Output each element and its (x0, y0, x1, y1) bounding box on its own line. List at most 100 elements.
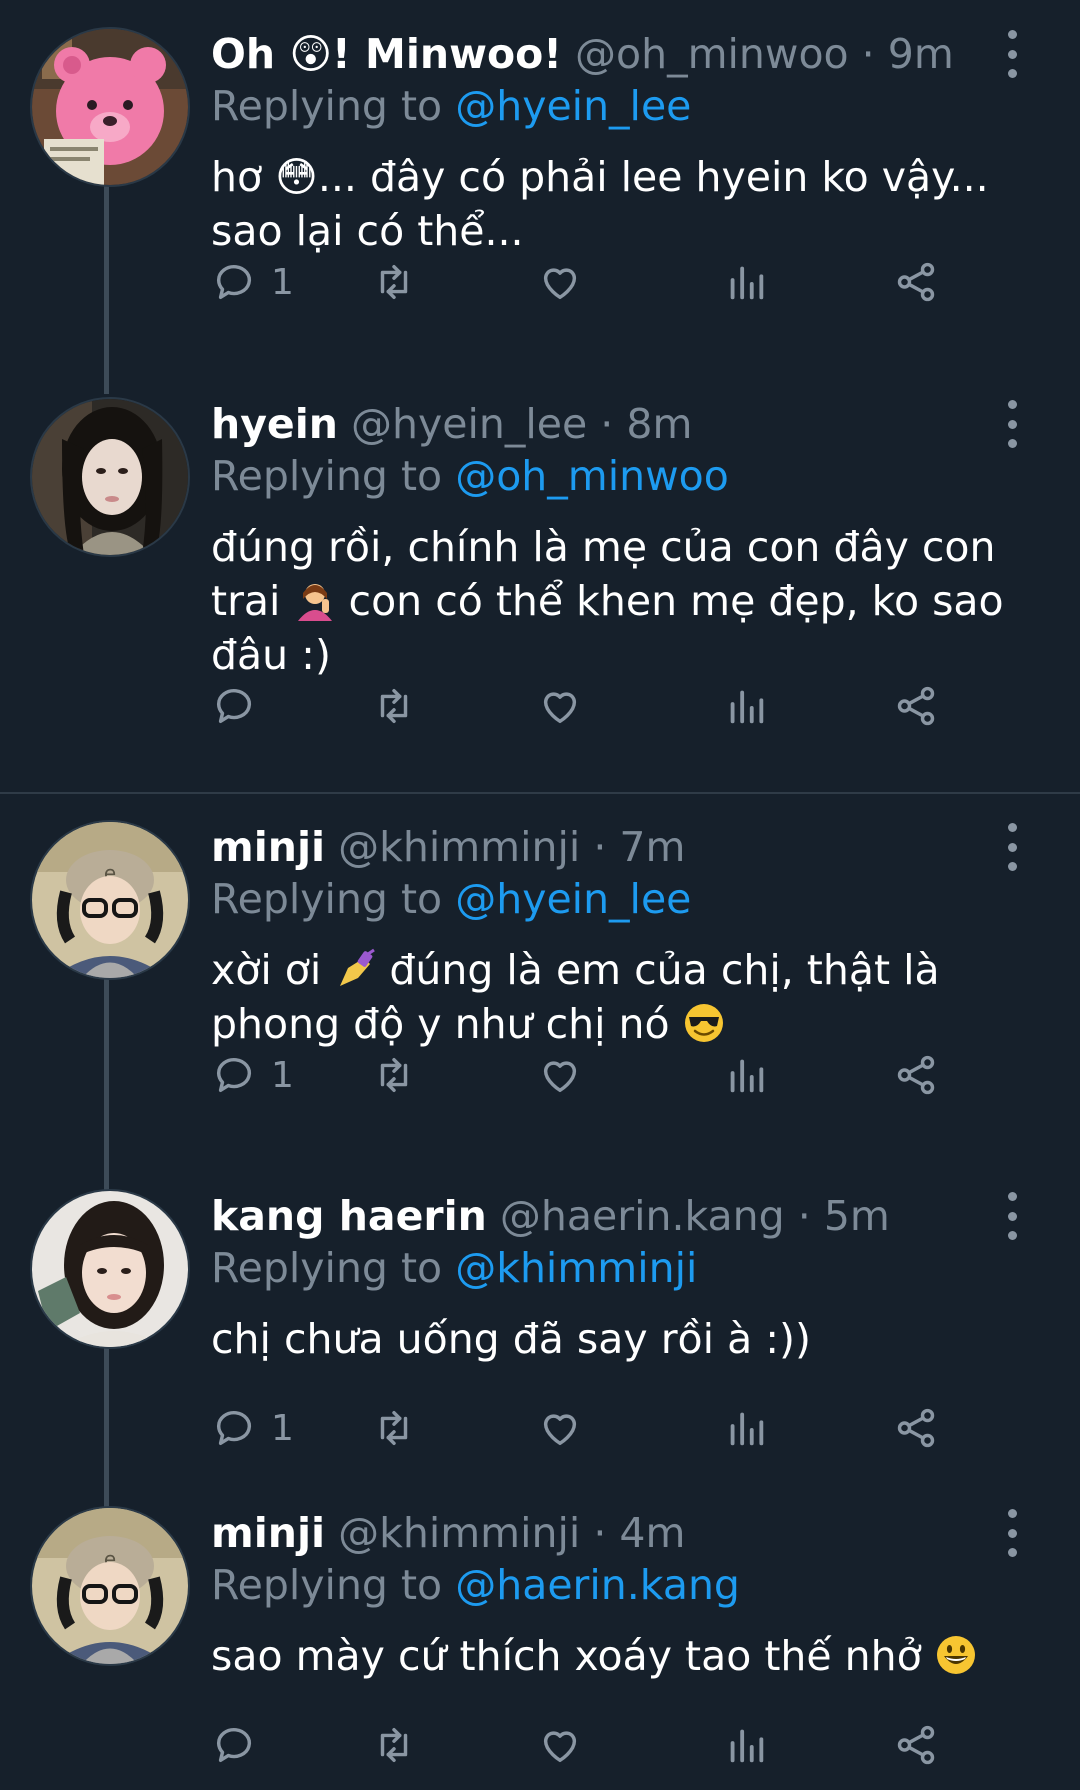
like-button[interactable] (537, 1717, 583, 1773)
views-button[interactable] (723, 1047, 769, 1103)
sunglasses-emoji-icon (684, 1004, 723, 1042)
avatar[interactable] (30, 397, 190, 557)
views-icon (730, 1412, 764, 1446)
replying-to: Replying to @hyein_lee (211, 871, 691, 927)
tweet-actions: 1 (211, 254, 1011, 310)
display-name[interactable]: minji (211, 823, 325, 871)
user-handle[interactable]: @khimminji (338, 823, 580, 871)
tweet-text-line: chị chưa uống đã say rồi à :)) (211, 1315, 812, 1363)
reply-button[interactable]: 1 (211, 1400, 294, 1456)
tweet[interactable]: hyein @hyein_lee · 8m Replying to @oh_mi… (0, 392, 1080, 762)
like-button[interactable] (537, 1047, 583, 1103)
mention-link[interactable]: @hyein_lee (455, 875, 691, 923)
like-button[interactable] (537, 678, 583, 734)
tweet-actions: 1 (211, 1047, 1011, 1103)
avatar[interactable]: e (30, 1506, 190, 1666)
share-icon (897, 1408, 935, 1448)
views-icon (730, 266, 764, 300)
tweet-text-line: xời ơi đúng là em của chị, thật là (211, 943, 1031, 997)
reply-count: 1 (271, 1054, 294, 1096)
timestamp[interactable]: 9m (888, 30, 954, 78)
like-icon (543, 1061, 577, 1093)
retweet-button[interactable] (371, 1717, 417, 1773)
user-handle[interactable]: @hyein_lee (351, 400, 587, 448)
mention-link[interactable]: @oh_minwoo (455, 452, 729, 500)
replying-to-label: Replying to (211, 875, 443, 923)
views-button[interactable] (723, 1400, 769, 1456)
retweet-button[interactable] (371, 678, 417, 734)
mention-link[interactable]: @khimminji (455, 1244, 697, 1292)
share-button[interactable] (893, 1717, 939, 1773)
timestamp[interactable]: 7m (619, 823, 685, 871)
like-button[interactable] (537, 254, 583, 310)
reply-count: 1 (271, 1407, 294, 1449)
more-options-icon[interactable] (1002, 1509, 1022, 1557)
avatar[interactable] (30, 1189, 190, 1349)
separator: · (861, 30, 875, 78)
display-name[interactable]: minji (211, 1509, 325, 1557)
more-options-icon[interactable] (1002, 400, 1022, 448)
share-button[interactable] (893, 1047, 939, 1103)
views-icon (730, 1059, 764, 1093)
share-button[interactable] (893, 1400, 939, 1456)
tweet-text-segment: phong độ y như chị nó (211, 1000, 670, 1048)
reply-count: 1 (271, 261, 294, 303)
replying-to: Replying to @oh_minwoo (211, 448, 729, 504)
grinning-face-emoji-icon (936, 1636, 975, 1674)
timestamp[interactable]: 5m (824, 1192, 890, 1240)
retweet-button[interactable] (371, 1400, 417, 1456)
retweet-icon (380, 1727, 408, 1763)
tweet-text: xời ơi đúng là em của chị, thật là phong… (211, 943, 1031, 1051)
reply-button[interactable]: 1 (211, 1047, 294, 1103)
replying-to-label: Replying to (211, 452, 443, 500)
tweet-header: hyein @hyein_lee · 8m (211, 392, 980, 456)
views-button[interactable] (723, 254, 769, 310)
avatar[interactable]: e (30, 820, 190, 980)
views-button[interactable] (723, 678, 769, 734)
user-handle[interactable]: @khimminji (338, 1509, 580, 1557)
tweet-text-segment: xời ơi (211, 946, 322, 994)
like-button[interactable] (537, 1400, 583, 1456)
tweet-text-line: phong độ y như chị nó (211, 997, 1031, 1051)
tweet-text-segment: đúng là em của chị, thật là (389, 946, 940, 994)
tweet-text-line: sao mày cứ thích xoáy tao thế nhở (211, 1629, 1031, 1683)
mention-link[interactable]: @haerin.kang (455, 1561, 740, 1609)
views-button[interactable] (723, 1717, 769, 1773)
replying-to: Replying to @khimminji (211, 1240, 697, 1296)
display-name[interactable]: Oh 😲! Minwoo! (211, 30, 562, 78)
tweet[interactable]: Oh 😲! Minwoo! @oh_minwoo · 9m Replying t… (0, 22, 1080, 352)
tweet[interactable]: kang haerin @haerin.kang · 5m Replying t… (0, 1184, 1080, 1454)
tweet-text-line: đúng rồi, chính là mẹ của con đây con (211, 523, 996, 571)
more-options-icon[interactable] (1002, 30, 1022, 78)
reply-button[interactable] (211, 678, 271, 734)
tweet-text-line: hơ 😳... đây có phải lee hyein ko vậy... (211, 153, 989, 201)
retweet-button[interactable] (371, 1047, 417, 1103)
retweet-button[interactable] (371, 254, 417, 310)
tweet-text: chị chưa uống đã say rồi à :)) (211, 1312, 1031, 1366)
more-options-icon[interactable] (1002, 823, 1022, 871)
timestamp[interactable]: 4m (619, 1509, 685, 1557)
timestamp[interactable]: 8m (626, 400, 692, 448)
user-handle[interactable]: @haerin.kang (500, 1192, 785, 1240)
display-name[interactable]: hyein (211, 400, 338, 448)
like-icon (543, 1414, 577, 1446)
tweet-actions: 1 (211, 1400, 1011, 1456)
retweet-icon (380, 1410, 408, 1446)
user-handle[interactable]: @oh_minwoo (575, 30, 849, 78)
reply-button[interactable] (211, 1717, 271, 1773)
share-button[interactable] (893, 678, 939, 734)
separator: · (797, 1192, 811, 1240)
mention-link[interactable]: @hyein_lee (455, 82, 691, 130)
replying-to: Replying to @hyein_lee (211, 78, 691, 134)
tweet-text-segment: trai (211, 577, 281, 625)
reply-button[interactable]: 1 (211, 254, 294, 310)
display-name[interactable]: kang haerin (211, 1192, 487, 1240)
tweet[interactable]: e minji @khimminji · 7m Replying to @hye… (0, 815, 1080, 1145)
retweet-icon (380, 264, 408, 300)
tweet[interactable]: e minji @khimminji · 4m Replying to @hae… (0, 1501, 1080, 1781)
reply-icon (216, 689, 252, 724)
tweet-header: minji @khimminji · 4m (211, 1501, 980, 1565)
share-button[interactable] (893, 254, 939, 310)
more-options-icon[interactable] (1002, 1192, 1022, 1240)
avatar[interactable] (30, 27, 190, 187)
